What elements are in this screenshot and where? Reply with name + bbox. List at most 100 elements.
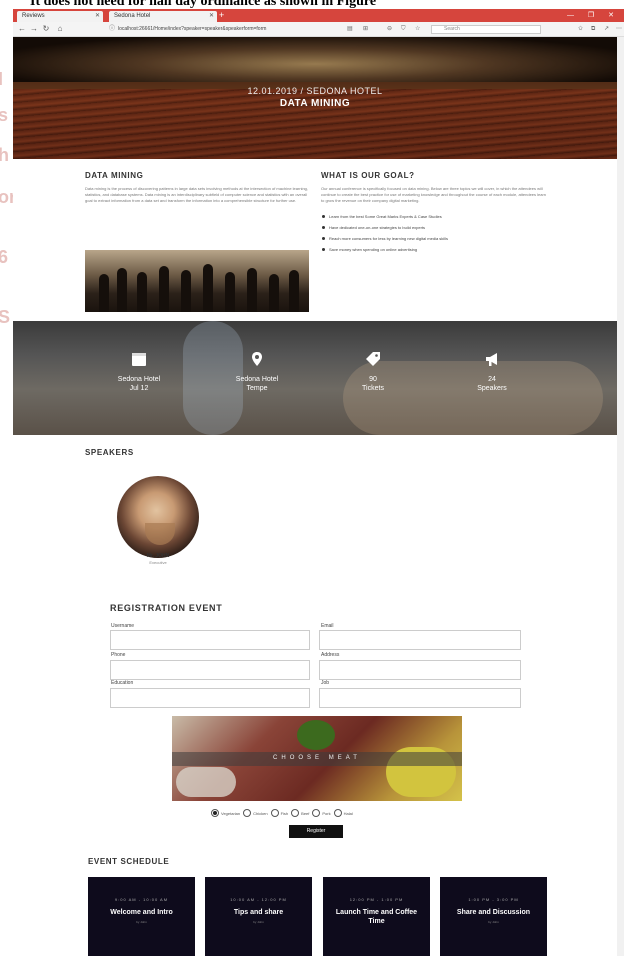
radio-icon[interactable] bbox=[291, 809, 300, 817]
forward-icon[interactable]: → bbox=[29, 24, 39, 34]
menu-icon[interactable]: ⋯ bbox=[616, 25, 622, 34]
zoom-icon[interactable]: ⊖ bbox=[387, 25, 392, 34]
browser-address-bar: ← → ↻ ⌂ ⓘ localhost:26661/Home/index?spe… bbox=[13, 22, 624, 37]
card-speaker: by John bbox=[488, 920, 499, 924]
star-icon[interactable]: ☆ bbox=[415, 25, 420, 34]
back-icon[interactable]: ← bbox=[17, 24, 27, 34]
calendar-icon bbox=[132, 353, 146, 366]
stat-speakers: 24 Speakers bbox=[432, 351, 552, 393]
page-scroll-gutter[interactable] bbox=[617, 37, 624, 956]
job-field[interactable] bbox=[319, 688, 521, 708]
schedule-section: EVENT SCHEDULE 9:00 AM - 10:00 AM Welcom… bbox=[13, 850, 617, 956]
meal-option-pork[interactable]: Pork bbox=[312, 809, 331, 817]
schedule-card[interactable]: 12:00 PM - 1:00 PM Launch Time and Coffe… bbox=[323, 877, 430, 956]
browser-search-input[interactable]: Search bbox=[431, 25, 541, 34]
registration-section: REGISTRATION EVENT Username Email Phone … bbox=[13, 590, 617, 850]
ghost-text: 6 bbox=[0, 247, 9, 267]
card-speaker: by John bbox=[136, 920, 147, 924]
about-section: DATA MINING Data mining is the process o… bbox=[13, 159, 617, 321]
meal-choice-image: CHOOSE MEAT bbox=[172, 716, 462, 801]
new-tab-icon[interactable]: + bbox=[219, 10, 224, 21]
browser-tab-sedona[interactable]: Sedona Hotel ✕ bbox=[109, 11, 217, 22]
hero-date: 12.01.2019 / SEDONA HOTEL bbox=[247, 86, 383, 96]
address-field[interactable] bbox=[319, 660, 521, 680]
share-icon[interactable]: ↗ bbox=[604, 25, 609, 34]
education-label: Education bbox=[111, 680, 134, 686]
meal-banner-text: CHOOSE MEAT bbox=[273, 755, 361, 761]
stat-tickets: 90 Tickets bbox=[313, 351, 433, 393]
url-field[interactable]: localhost:26661/Home/index?speaker=speak… bbox=[118, 25, 343, 34]
tag-icon bbox=[366, 352, 380, 366]
speaker-avatar[interactable] bbox=[117, 476, 199, 558]
education-field[interactable] bbox=[110, 688, 310, 708]
schedule-card[interactable]: 10:00 AM - 12:00 PM Tips and share by Jo… bbox=[205, 877, 312, 956]
goal-item: Reach more consumers for less by learnin… bbox=[321, 233, 547, 244]
location-pin-icon bbox=[252, 352, 262, 366]
option-label: Chicken bbox=[253, 810, 268, 816]
goal-item: Save money when spending on online adver… bbox=[321, 244, 547, 255]
username-label: Username bbox=[111, 623, 135, 629]
tabs-icon[interactable]: ⊞ bbox=[363, 25, 368, 34]
phone-label: Phone bbox=[111, 652, 126, 658]
username-field[interactable] bbox=[110, 630, 310, 650]
email-field[interactable] bbox=[319, 630, 521, 650]
speakers-title: SPEAKERS bbox=[85, 448, 134, 457]
stat-line: Sedona Hotel bbox=[235, 376, 279, 383]
home-icon[interactable]: ⌂ bbox=[55, 24, 65, 34]
hero-banner: 12.01.2019 / SEDONA HOTEL DATA MINING bbox=[13, 37, 617, 159]
address-label: Address bbox=[321, 652, 340, 658]
option-label: Vegetarian bbox=[221, 810, 241, 816]
ghost-text: or bbox=[0, 187, 13, 207]
about-text: Data mining is the process of discoverin… bbox=[85, 186, 309, 203]
radio-icon[interactable] bbox=[312, 809, 321, 817]
meal-option-beef[interactable]: Beef bbox=[291, 809, 309, 817]
favorites-icon[interactable]: ✩ bbox=[578, 25, 583, 34]
reader-icon[interactable]: ▤ bbox=[347, 25, 353, 34]
background-document-fragment: I s h or 6 S bbox=[0, 37, 13, 437]
close-icon[interactable]: ✕ bbox=[95, 11, 100, 22]
page: It does not need for hall day ordinance … bbox=[0, 0, 624, 956]
schedule-card[interactable]: 1:00 PM - 3:00 PM Share and Discussion b… bbox=[440, 877, 547, 956]
phone-field[interactable] bbox=[110, 660, 310, 680]
meal-option-fish[interactable]: Fish bbox=[270, 809, 288, 817]
hero-title: DATA MINING bbox=[279, 98, 351, 109]
window-controls[interactable]: — ❐ ✕ bbox=[567, 9, 620, 22]
speakers-section: SPEAKERS Mr. JOHN Executive bbox=[13, 435, 617, 590]
radio-icon[interactable] bbox=[211, 809, 219, 817]
collections-icon[interactable]: ⧉ bbox=[591, 25, 595, 34]
goal-item: Have dedicated one-on-one strategies to … bbox=[321, 222, 547, 233]
tab-label: Sedona Hotel bbox=[114, 13, 151, 19]
meal-option-vegetarian[interactable]: Vegetarian bbox=[211, 809, 240, 817]
goal-column: WHAT IS OUR GOAL? Our annual conference … bbox=[321, 171, 547, 255]
speaker-role: Executive bbox=[149, 560, 167, 565]
shield-icon[interactable]: ⛉ bbox=[401, 25, 406, 34]
stat-line: Tempe bbox=[246, 385, 268, 392]
reload-icon[interactable]: ↻ bbox=[41, 24, 51, 34]
about-left-column: DATA MINING Data mining is the process o… bbox=[85, 171, 309, 204]
registration-title: REGISTRATION EVENT bbox=[110, 603, 223, 613]
register-button[interactable]: Register bbox=[289, 825, 343, 838]
crowd-photo bbox=[85, 250, 309, 312]
meal-options: Vegetarian Chicken Fish Beef Pork Halal bbox=[211, 807, 356, 819]
email-label: Email bbox=[321, 623, 334, 629]
meal-option-halal[interactable]: Halal bbox=[333, 809, 353, 817]
meal-option-chicken[interactable]: Chicken bbox=[243, 809, 268, 817]
browser-tab-reviews[interactable]: Reviews ✕ bbox=[17, 11, 103, 22]
card-time: 10:00 AM - 12:00 PM bbox=[230, 897, 287, 902]
schedule-card[interactable]: 9:00 AM - 10:00 AM Welcome and Intro by … bbox=[88, 877, 195, 956]
event-stats-band: Sedona Hotel Jul 12 Sedona Hotel Tempe 9… bbox=[13, 321, 617, 435]
meal-banner: CHOOSE MEAT bbox=[172, 752, 462, 766]
job-label: Job bbox=[321, 680, 330, 686]
radio-icon[interactable] bbox=[270, 809, 279, 817]
stat-line: Jul 12 bbox=[129, 385, 149, 392]
stat-line: Tickets bbox=[362, 385, 384, 392]
stat-location: Sedona Hotel Tempe bbox=[197, 351, 317, 393]
close-icon[interactable]: ✕ bbox=[209, 11, 214, 22]
goal-item: Learn from the best Some Great Marks Exp… bbox=[321, 211, 547, 222]
tab-label: Reviews bbox=[22, 13, 45, 19]
card-time: 12:00 PM - 1:00 PM bbox=[349, 897, 404, 902]
card-time: 1:00 PM - 3:00 PM bbox=[468, 897, 519, 902]
radio-icon[interactable] bbox=[333, 809, 342, 817]
radio-icon[interactable] bbox=[243, 809, 252, 817]
page-info-icon[interactable]: ⓘ bbox=[109, 25, 115, 34]
